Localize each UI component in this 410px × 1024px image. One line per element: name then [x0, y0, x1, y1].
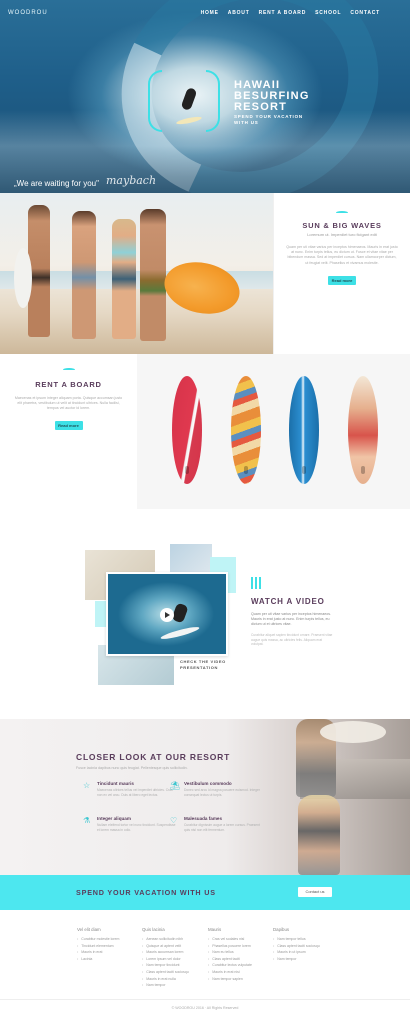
nav-about[interactable]: ABOUT — [228, 10, 250, 16]
footer-heading: Dapibus — [273, 927, 290, 932]
footer-link[interactable]: Nam tempor sapien — [208, 976, 268, 983]
feature-item: ⛱ Vestibulum commodo Donec sed arcu id m… — [170, 781, 260, 797]
video-section: CHECK THE VIDEO PRESENTATION WATCH A VID… — [0, 509, 410, 719]
video-thumbnail[interactable] — [106, 572, 228, 656]
surfboard-white-photo — [320, 721, 386, 743]
surfer-woman-photo — [298, 795, 340, 875]
bracket-left-decoration — [148, 70, 162, 132]
beach-icon: ⛱ — [170, 781, 181, 790]
footer-column: Mauris Cras vel sodales nisl Phasellus p… — [208, 927, 268, 982]
surfboards-gallery — [137, 354, 410, 509]
footer-link[interactable]: Cras vel sodales nisl — [208, 936, 268, 943]
footer-heading: Mauris — [208, 927, 222, 932]
video-caption[interactable]: CHECK THE VIDEO PRESENTATION — [180, 659, 230, 670]
beach-group-photo — [0, 193, 273, 354]
surfboard-orange-pattern[interactable] — [231, 376, 261, 484]
sun-waves-panel: SUN & BIG WAVES Loremum ut. Imperdiet tu… — [273, 193, 410, 354]
copyright: © WOODROU 2016 · All Rights Reserved — [171, 1006, 239, 1010]
wave-accent-icon — [336, 211, 348, 214]
surfboard-red[interactable] — [172, 376, 202, 484]
footer-link[interactable]: Mauris in ut ipsum — [273, 949, 333, 956]
nav-rent-a-board[interactable]: RENT A BOARD — [259, 10, 307, 16]
footer-column: Quis lacinia Aenean sollicitudin nibh Qu… — [142, 927, 202, 989]
sun-read-more-button[interactable]: Read more — [328, 275, 356, 285]
closer-subtitle: Fusce lacinia dapibus nunc quis feugiat.… — [76, 766, 188, 770]
footer-link[interactable]: Nam tempor — [273, 956, 333, 963]
footer-link[interactable]: Class aptent taciti — [208, 956, 268, 963]
rent-board-panel: RENT A BOARD Maecenas et ipsum integer a… — [0, 354, 137, 509]
footer-column: Vel elit diam Curabitur molestie lorem T… — [77, 927, 137, 962]
play-icon[interactable] — [160, 608, 174, 622]
video-title: WATCH A VIDEO — [251, 597, 325, 606]
footer-heading: Quis lacinia — [142, 927, 165, 932]
footer-heading: Vel elit diam — [77, 927, 101, 932]
rent-paragraph: Maecenas et ipsum integer aliquam porta.… — [14, 396, 123, 411]
sun-subtitle: Loremum ut. Imperdiet turo ficigant edit — [307, 232, 377, 237]
video-paragraph: Quam per uti vitae varius per inceptos h… — [251, 612, 332, 626]
nav-school[interactable]: SCHOOL — [315, 10, 341, 16]
video-paragraph-secondary: Curabitur aliquet sapien tincidunt ornar… — [251, 633, 333, 647]
footer-link[interactable]: Mauris in erat — [77, 949, 137, 956]
footer-link[interactable]: Phasellus posuere lorem — [208, 943, 268, 950]
surfer-figure — [172, 86, 206, 126]
footer-link[interactable]: Quisque at aptent velit — [142, 943, 202, 950]
footer-link[interactable]: Mauris in erat nisi — [208, 969, 268, 976]
footer-link[interactable]: Curabitur lectus vulputate — [208, 962, 268, 969]
signature: maybach — [106, 174, 157, 187]
footer-link[interactable]: Lorem ipsum vel dolor — [142, 956, 202, 963]
footer-link[interactable]: Mauris accumsan lorem — [142, 949, 202, 956]
footer-divider — [0, 999, 410, 1000]
hero-title: HAWAII BESURFING RESORT — [234, 79, 310, 113]
footer-link[interactable]: Nam eu tellus — [208, 949, 268, 956]
rent-title: RENT A BOARD — [35, 380, 102, 389]
footer-link[interactable]: Lacinia — [77, 956, 137, 963]
sun-title: SUN & BIG WAVES — [302, 221, 382, 230]
sun-paragraph: Quam per uti vitae varius per inceptos h… — [286, 245, 398, 265]
cta-title: SPEND YOUR VACATION WITH US — [76, 888, 216, 897]
closer-title: CLOSER LOOK AT OUR RESORT — [76, 752, 231, 762]
hero-section: WOODROU HOME ABOUT RENT A BOARD SCHOOL C… — [0, 0, 410, 193]
bracket-right-decoration — [206, 70, 220, 132]
hero-tagline: „We are waiting for you" — [14, 179, 99, 188]
footer-link[interactable]: Nam tempor tellus — [273, 936, 333, 943]
footer-link[interactable]: Nam tempor tincidunt — [142, 962, 202, 969]
cta-bar: SPEND YOUR VACATION WITH US Contact us — [0, 875, 410, 910]
bars-icon — [251, 577, 263, 589]
footer-link[interactable]: Class aptent taciti sociosqu — [142, 969, 202, 976]
closer-look-section: CLOSER LOOK AT OUR RESORT Fusce lacinia … — [0, 719, 410, 875]
footer-link[interactable]: Aenean sollicitudin nibh — [142, 936, 202, 943]
surfboard-blue[interactable] — [289, 376, 319, 484]
wave-accent-icon — [62, 368, 75, 371]
footer-link[interactable]: Tincidunt elementum — [77, 943, 137, 950]
heart-icon: ♡ — [170, 816, 178, 825]
main-nav: HOME ABOUT RENT A BOARD SCHOOL CONTACT — [201, 10, 380, 16]
star-icon: ☆ — [83, 781, 91, 790]
logo[interactable]: WOODROU — [8, 10, 48, 16]
feature-item: ☆ Tincidunt mauris Maecenas ultrices tel… — [83, 781, 173, 797]
hero-subtitle: SPEND YOUR VACATION WITH US — [234, 114, 303, 125]
footer: Vel elit diam Curabitur molestie lorem T… — [0, 910, 410, 1024]
footer-link[interactable]: Mauris in erat nulla — [142, 976, 202, 983]
nav-home[interactable]: HOME — [201, 10, 219, 16]
lab-icon: ⚗ — [83, 816, 91, 825]
footer-link[interactable]: Curabitur molestie lorem — [77, 936, 137, 943]
footer-column: Dapibus Nam tempor tellus Class aptent t… — [273, 927, 333, 962]
footer-link[interactable]: Nam tempor — [142, 982, 202, 989]
feature-item: ♡ Malesuada fames Curabitur dignissim au… — [170, 816, 260, 832]
feature-item: ⚗ Integer aliquam Nullam eleifend tortor… — [83, 816, 176, 832]
contact-us-button[interactable]: Contact us — [298, 887, 332, 897]
surfboard-girl-print[interactable] — [348, 376, 378, 484]
nav-contact[interactable]: CONTACT — [350, 10, 380, 16]
footer-link[interactable]: Class aptent taciti sociosqu — [273, 943, 333, 950]
rent-read-more-button[interactable]: Read more — [54, 420, 83, 430]
